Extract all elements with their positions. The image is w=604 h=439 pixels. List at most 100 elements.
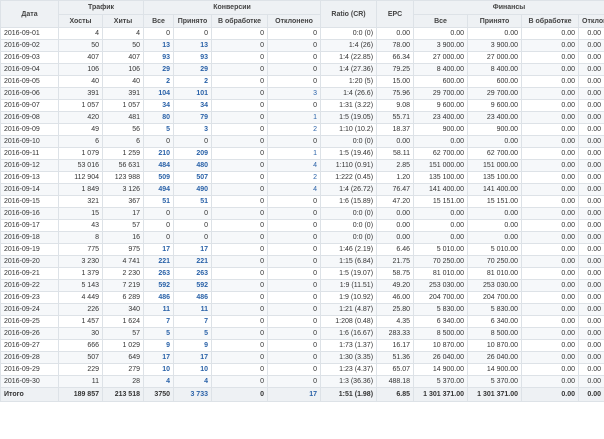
cell-conv-all[interactable]: 494 xyxy=(143,183,174,196)
cell-fin-pending: 0.00 xyxy=(521,159,580,172)
cell-conv-all[interactable]: 484 xyxy=(143,159,174,172)
cell-conv-accepted[interactable]: 263 xyxy=(173,267,212,280)
col-fin-rejected[interactable]: Отклонено xyxy=(578,14,604,28)
cell-conv-accepted[interactable]: 101 xyxy=(173,87,212,100)
cell-conv-accepted[interactable]: 486 xyxy=(173,291,212,304)
cell-conv-all[interactable]: 263 xyxy=(143,267,174,280)
cell-conv-rejected: 0 xyxy=(266,339,322,352)
cell-hits: 57 xyxy=(102,327,144,340)
cell-conv-all[interactable]: 80 xyxy=(143,111,174,124)
cell-conv-accepted[interactable]: 34 xyxy=(173,99,212,112)
cell-hosts: 53 016 xyxy=(58,159,103,172)
cell-conv-rejected[interactable]: 2 xyxy=(266,171,322,184)
cell-conv-rejected[interactable]: 1 xyxy=(266,111,322,124)
cell-conv-all[interactable]: 210 xyxy=(143,147,174,160)
cell-conv-accepted[interactable]: 209 xyxy=(173,147,212,160)
col-fin-accepted[interactable]: Принято xyxy=(467,14,523,28)
cell-epc: 51.36 xyxy=(376,351,415,364)
cell-conv-all[interactable]: 9 xyxy=(143,339,174,352)
cell-conv-all[interactable]: 11 xyxy=(143,303,174,316)
table-row: 2016-09-01 4 4 0 0 0 0 0:0 (0) 0.00 0.00 0.00 0.00 0… xyxy=(0,27,604,40)
cell-conv-accepted[interactable]: 11 xyxy=(173,303,212,316)
cell-conv-accepted[interactable]: 480 xyxy=(173,159,212,172)
cell-conv-accepted[interactable]: 490 xyxy=(173,183,212,196)
cell-conv-accepted[interactable]: 3 xyxy=(173,123,212,136)
cell-conv-all[interactable]: 51 xyxy=(143,195,174,208)
cell-fin-all: 14 900.00 xyxy=(413,363,469,376)
cell-conv-accepted[interactable]: 93 xyxy=(173,51,212,64)
cell-conv-all[interactable]: 221 xyxy=(143,255,174,268)
col-hosts[interactable]: Хосты xyxy=(58,14,103,28)
cell-conv-rejected[interactable]: 2 xyxy=(266,123,322,136)
cell-conv-accepted[interactable]: 4 xyxy=(173,375,212,388)
cell-conv-rejected[interactable]: 4 xyxy=(266,159,322,172)
cell-conv-accepted[interactable]: 592 xyxy=(173,279,212,292)
cell-conv-all[interactable]: 509 xyxy=(143,171,174,184)
col-ratio[interactable]: Ratio (CR) xyxy=(320,0,378,28)
cell-conv-rejected[interactable]: 1 xyxy=(266,147,322,160)
cell-conv-all[interactable]: 592 xyxy=(143,279,174,292)
cell-conv-all[interactable]: 104 xyxy=(143,87,174,100)
cell-conv-all[interactable]: 10 xyxy=(143,363,174,376)
cell-fin-rejected: 0.00 xyxy=(578,231,604,244)
cell-conv-accepted[interactable]: 221 xyxy=(173,255,212,268)
col-conv-rejected[interactable]: Отклонено xyxy=(266,14,322,28)
cell-conv-all[interactable]: 93 xyxy=(143,51,174,64)
cell-conv-rejected[interactable]: 4 xyxy=(266,183,322,196)
total-conv-accepted[interactable]: 3 733 xyxy=(173,387,212,402)
table-row: 2016-09-16 15 17 0 0 0 0 0:0 (0) 0.00 0.00 0.00 0.0… xyxy=(0,207,604,220)
col-conv-all[interactable]: Все xyxy=(143,14,174,28)
col-conv-pending[interactable]: В обработке xyxy=(211,14,268,28)
cell-conv-accepted[interactable]: 507 xyxy=(173,171,212,184)
cell-conv-all[interactable]: 7 xyxy=(143,315,174,328)
cell-conv-rejected: 0 xyxy=(266,207,322,220)
col-fin-pending[interactable]: В обработке xyxy=(521,14,580,28)
cell-conv-all[interactable]: 29 xyxy=(143,63,174,76)
cell-ratio: 1:9 (11.51) xyxy=(320,279,378,292)
col-conv-accepted[interactable]: Принято xyxy=(173,14,212,28)
col-fin-all[interactable]: Все xyxy=(413,14,469,28)
cell-conv-all[interactable]: 5 xyxy=(143,327,174,340)
group-conversions: Конверсии xyxy=(142,0,322,15)
group-traffic: Трафик xyxy=(58,0,144,15)
cell-conv-accepted[interactable]: 13 xyxy=(173,39,212,52)
cell-conv-accepted[interactable]: 9 xyxy=(173,339,212,352)
cell-conv-all[interactable]: 5 xyxy=(143,123,174,136)
cell-conv-all[interactable]: 2 xyxy=(143,75,174,88)
cell-conv-rejected[interactable]: 3 xyxy=(266,87,322,100)
table-row: 2016-09-29 229 279 10 10 0 0 1:23 (4.37) 65.07 14… xyxy=(0,363,604,376)
table-row: 2016-09-08 420 481 80 79 0 1 1:5 (19.05) 55.71 23… xyxy=(0,111,604,124)
cell-conv-accepted[interactable]: 17 xyxy=(173,243,212,256)
cell-conv-all[interactable]: 4 xyxy=(143,375,174,388)
cell-ratio: 0:0 (0) xyxy=(320,207,378,220)
cell-date: 2016-09-06 xyxy=(0,87,59,100)
col-date[interactable]: Дата xyxy=(0,0,59,28)
cell-conv-all[interactable]: 17 xyxy=(143,351,174,364)
cell-fin-accepted: 10 870.00 xyxy=(467,339,523,352)
cell-ratio: 1:30 (3.35) xyxy=(320,351,378,364)
cell-conv-all[interactable]: 486 xyxy=(143,291,174,304)
total-conv-rejected[interactable]: 17 xyxy=(266,387,322,402)
col-epc[interactable]: EPC xyxy=(376,0,415,28)
cell-conv-all[interactable]: 34 xyxy=(143,99,174,112)
cell-conv-all[interactable]: 17 xyxy=(143,243,174,256)
cell-fin-accepted: 26 040.00 xyxy=(467,351,523,364)
cell-hits: 1 259 xyxy=(102,147,144,160)
cell-conv-accepted[interactable]: 29 xyxy=(173,63,212,76)
col-hits[interactable]: Хиты xyxy=(102,14,144,28)
cell-conv-accepted[interactable]: 51 xyxy=(173,195,212,208)
cell-conv-pending: 0 xyxy=(211,123,268,136)
cell-conv-accepted[interactable]: 2 xyxy=(173,75,212,88)
cell-conv-accepted[interactable]: 10 xyxy=(173,363,212,376)
cell-hosts: 43 xyxy=(58,219,103,232)
cell-conv-accepted[interactable]: 5 xyxy=(173,327,212,340)
cell-fin-pending: 0.00 xyxy=(521,171,580,184)
cell-fin-accepted: 14 900.00 xyxy=(467,363,523,376)
cell-fin-all: 0.00 xyxy=(413,219,469,232)
cell-conv-accepted[interactable]: 79 xyxy=(173,111,212,124)
cell-ratio: 1:3 (36.36) xyxy=(320,375,378,388)
cell-conv-accepted[interactable]: 17 xyxy=(173,351,212,364)
cell-conv-accepted[interactable]: 7 xyxy=(173,315,212,328)
cell-conv-all[interactable]: 13 xyxy=(143,39,174,52)
table-row: 2016-09-22 5 143 7 219 592 592 0 0 1:9 (11.51) 4… xyxy=(0,279,604,292)
